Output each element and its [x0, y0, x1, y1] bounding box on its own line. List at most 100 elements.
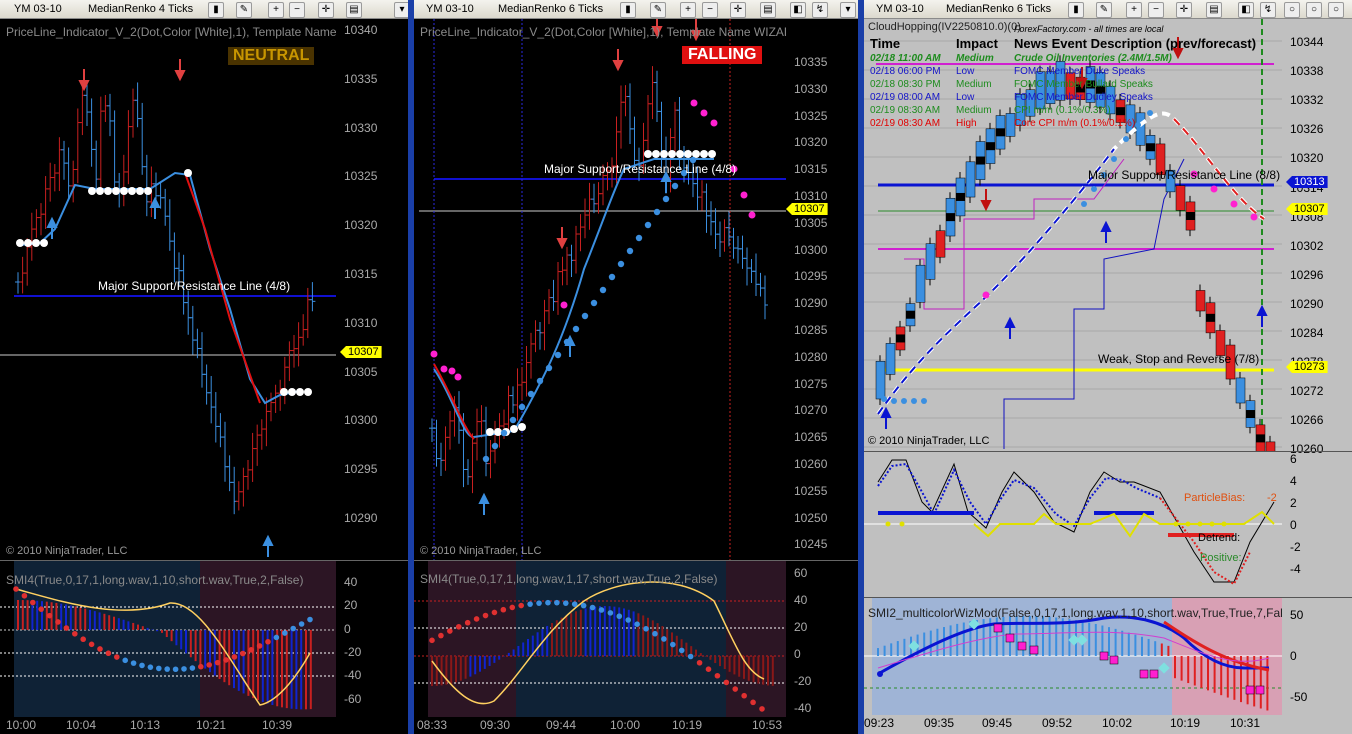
- priceline-dot: [96, 187, 104, 195]
- news-time: 02/18 06:00 PM: [870, 66, 941, 77]
- axis-tick: 10344: [1290, 35, 1324, 49]
- circle-button-icon-2[interactable]: ○: [1306, 2, 1322, 18]
- dropdown-icon[interactable]: ▾: [840, 2, 856, 18]
- instrument-selector[interactable]: YM 03-10: [872, 3, 938, 15]
- bias-dot: [1197, 521, 1203, 527]
- axis-tick: 10338: [1290, 64, 1324, 79]
- circle-button-icon[interactable]: ○: [1284, 2, 1300, 18]
- time-tick: 10:00: [610, 718, 641, 732]
- axis-tick: 10245: [794, 537, 828, 552]
- priceline-dot: [518, 423, 526, 431]
- trail-dot-magenta: [1250, 213, 1258, 221]
- time-tick: 10:31: [1230, 716, 1261, 730]
- particle-pane[interactable]: ParticleBias: -2 Detrend: Positive:: [864, 452, 1282, 597]
- trend-status-badge: NEUTRAL: [228, 47, 315, 65]
- draw-tool-icon[interactable]: ✎: [236, 2, 252, 18]
- smi-title: SMI4(True,0,17,1,long.wav,1,10,short.wav…: [6, 573, 304, 587]
- particle-bias-value: -2: [1267, 492, 1277, 504]
- chart-trader-icon[interactable]: ↯: [812, 2, 828, 18]
- toolbar-2: YM 03-10 MedianRenko 6 Ticks ▮ ✎ + − ✛ ▤…: [414, 0, 858, 19]
- price-pane-1[interactable]: PriceLine_Indicator_V_2(Dot,Color [White…: [0, 19, 336, 560]
- smi-pane-3[interactable]: SMI2_multicolorWizMod(False,0,17,1,long.…: [864, 598, 1282, 715]
- news-impact: Medium: [956, 105, 992, 116]
- priceline-dot: [708, 150, 716, 158]
- news-row[interactable]: 02/19 08:30 AM Medium CPI m/m (0.1%/0.3%): [870, 105, 1280, 118]
- time-axis-3: 09:23 09:35 09:45 09:52 10:02 10:19 10:31: [864, 715, 1352, 734]
- priceline-dot: [136, 187, 144, 195]
- smi-dot: [63, 625, 70, 631]
- doji-bar: [1186, 212, 1195, 221]
- trail-dot: [881, 396, 887, 402]
- zoom-out-icon[interactable]: −: [1148, 2, 1164, 18]
- zoom-in-icon[interactable]: +: [268, 2, 284, 18]
- priceline-dot: [660, 150, 668, 158]
- zoom-in-icon[interactable]: +: [680, 2, 696, 18]
- axis-tick: 60: [794, 566, 808, 580]
- chart-trader-icon[interactable]: ↯: [1260, 2, 1276, 18]
- price-pane-2[interactable]: PriceLine_Indicator_V_2(Dot,Color [White…: [414, 19, 786, 560]
- trail-dot: [1091, 186, 1097, 192]
- zoom-in-icon[interactable]: +: [1126, 2, 1142, 18]
- instrument-selector[interactable]: YM 03-10: [422, 3, 488, 15]
- smi-dot: [464, 619, 471, 626]
- crosshair-icon[interactable]: ✛: [730, 2, 746, 18]
- signal-arrow-up: [880, 406, 892, 429]
- news-table: Time Impact News Event Description (prev…: [870, 36, 1280, 131]
- instrument-selector[interactable]: YM 03-10: [10, 3, 76, 15]
- news-impact: High: [956, 118, 977, 129]
- trail-dot: [527, 390, 535, 398]
- draw-tool-icon[interactable]: ✎: [650, 2, 666, 18]
- smi-dot: [571, 601, 578, 607]
- smi-dot: [625, 617, 632, 623]
- trail-dot: [635, 234, 643, 242]
- axis-tick: 10290: [344, 511, 378, 525]
- zoom-out-icon[interactable]: −: [702, 2, 718, 18]
- crosshair-icon[interactable]: ✛: [318, 2, 334, 18]
- news-impact: Low: [956, 66, 975, 77]
- smi-dot: [114, 654, 120, 660]
- smi-dot: [580, 602, 587, 609]
- properties-icon[interactable]: ▤: [346, 2, 362, 18]
- circle-button-icon-3[interactable]: ○: [1328, 2, 1344, 18]
- smi-dot: [545, 599, 551, 606]
- axis-tick: -20: [344, 644, 362, 659]
- axis-tick: 10315: [344, 267, 378, 281]
- news-row[interactable]: 02/19 08:30 AM High Core CPI m/m (0.1%/0.1…: [870, 118, 1280, 131]
- news-row[interactable]: 02/18 06:00 PM Low FOMC Member Duke Speaks: [870, 66, 1280, 79]
- trend-status-badge: FALLING: [682, 46, 763, 64]
- bars-type-selector[interactable]: MedianRenko 6 Ticks: [942, 3, 1065, 15]
- bars-type-selector[interactable]: MedianRenko 4 Ticks: [84, 3, 207, 15]
- chart-style-icon[interactable]: ▮: [620, 2, 636, 18]
- news-row[interactable]: 02/18 08:30 PM Medium FOMC Member Bullard …: [870, 79, 1280, 92]
- properties-icon[interactable]: ▤: [760, 2, 776, 18]
- zoom-out-icon[interactable]: −: [289, 2, 305, 18]
- axis-tick: 10310: [344, 315, 378, 330]
- data-box-icon[interactable]: ◧: [1238, 2, 1254, 18]
- properties-icon[interactable]: ▤: [1206, 2, 1222, 18]
- draw-tool-icon[interactable]: ✎: [1096, 2, 1112, 18]
- smi-pane-2[interactable]: SMI4(True,0,17,1,long.wav,1,17,short.wav…: [414, 561, 786, 717]
- smi-dot: [554, 599, 560, 606]
- resistance-price-marker: 10313: [1286, 176, 1328, 188]
- smi-square: [993, 623, 1003, 633]
- news-row[interactable]: 02/19 08:00 AM Low FOMC Member Dudley Spea…: [870, 92, 1280, 105]
- smi-dot: [482, 612, 489, 619]
- crosshair-icon[interactable]: ✛: [1176, 2, 1192, 18]
- priceline-dot: [486, 428, 494, 436]
- news-row[interactable]: 02/18 11:00 AM Medium Crude Oil Inventorie…: [870, 53, 1280, 66]
- smi-square: [1029, 645, 1039, 655]
- indicator-title: CloudHopping(IV2250810.0)(0): [868, 21, 1021, 33]
- chart-style-icon[interactable]: ▮: [1068, 2, 1084, 18]
- smi-dot: [21, 592, 28, 599]
- price-pane-3[interactable]: CloudHopping(IV2250810.0)(0) ForexFactor…: [864, 19, 1282, 451]
- smi-dot: [13, 586, 19, 592]
- chart-style-icon[interactable]: ▮: [208, 2, 224, 18]
- smi-pane-1[interactable]: SMI4(True,0,17,1,long.wav,1,10,short.wav…: [0, 561, 336, 717]
- bars-type-selector[interactable]: MedianRenko 6 Ticks: [494, 3, 617, 15]
- axis-tick: 10280: [794, 349, 828, 364]
- axis-tick: 10295: [344, 462, 378, 477]
- detrend-label: Detrend:: [1198, 532, 1241, 544]
- data-box-icon[interactable]: ◧: [790, 2, 806, 18]
- axis-tick: 10340: [344, 23, 378, 37]
- trail-dot: [590, 299, 598, 307]
